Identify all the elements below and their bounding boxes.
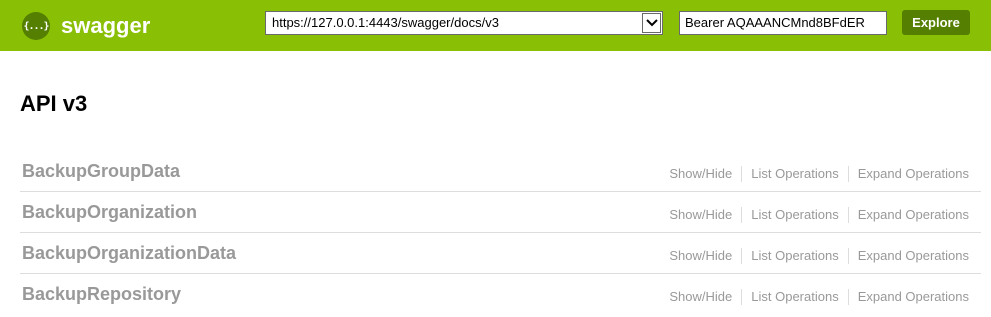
show-hide-link[interactable]: Show/Hide xyxy=(669,166,741,182)
list-operations-link[interactable]: List Operations xyxy=(741,289,847,305)
list-operations-link[interactable]: List Operations xyxy=(741,207,847,223)
resource-row: BackupOrganizationData Show/Hide List Op… xyxy=(20,233,981,274)
resource-row: BackupOrganization Show/Hide List Operat… xyxy=(20,192,981,233)
expand-operations-link[interactable]: Expand Operations xyxy=(847,289,969,305)
resource-name[interactable]: BackupOrganizationData xyxy=(22,243,236,264)
resource-name[interactable]: BackupRepository xyxy=(22,284,181,305)
resource-operations: Show/Hide List Operations Expand Operati… xyxy=(669,166,969,182)
show-hide-link[interactable]: Show/Hide xyxy=(669,289,741,305)
swagger-logo[interactable]: {...} swagger xyxy=(22,12,150,40)
explore-button[interactable]: Explore xyxy=(902,10,970,35)
list-operations-link[interactable]: List Operations xyxy=(741,166,847,182)
swagger-logo-text: swagger xyxy=(61,13,151,38)
show-hide-link[interactable]: Show/Hide xyxy=(669,207,741,223)
list-operations-link[interactable]: List Operations xyxy=(741,248,847,264)
show-hide-link[interactable]: Show/Hide xyxy=(669,248,741,264)
expand-operations-link[interactable]: Expand Operations xyxy=(847,248,969,264)
top-bar: {...} swagger https://127.0.0.1:4443/swa… xyxy=(0,0,991,51)
expand-operations-link[interactable]: Expand Operations xyxy=(847,166,969,182)
resource-name[interactable]: BackupOrganization xyxy=(22,202,197,223)
api-key-input[interactable]: Bearer AQAAANCMnd8BFdER xyxy=(679,11,887,35)
resource-row: BackupGroupData Show/Hide List Operation… xyxy=(20,151,981,192)
api-url-value: https://127.0.0.1:4443/swagger/docs/v3 xyxy=(272,15,499,30)
resource-operations: Show/Hide List Operations Expand Operati… xyxy=(669,207,969,223)
swagger-logo-icon: {...} xyxy=(22,12,50,40)
chevron-down-icon[interactable] xyxy=(642,13,661,33)
resource-operations: Show/Hide List Operations Expand Operati… xyxy=(669,289,969,305)
resource-operations: Show/Hide List Operations Expand Operati… xyxy=(669,248,969,264)
page-title: API v3 xyxy=(20,91,88,116)
expand-operations-link[interactable]: Expand Operations xyxy=(847,207,969,223)
api-url-select[interactable]: https://127.0.0.1:4443/swagger/docs/v3 xyxy=(265,11,663,35)
resource-name[interactable]: BackupGroupData xyxy=(22,161,180,182)
resource-row: BackupRepository Show/Hide List Operatio… xyxy=(20,274,981,315)
resource-list: BackupGroupData Show/Hide List Operation… xyxy=(20,151,981,315)
